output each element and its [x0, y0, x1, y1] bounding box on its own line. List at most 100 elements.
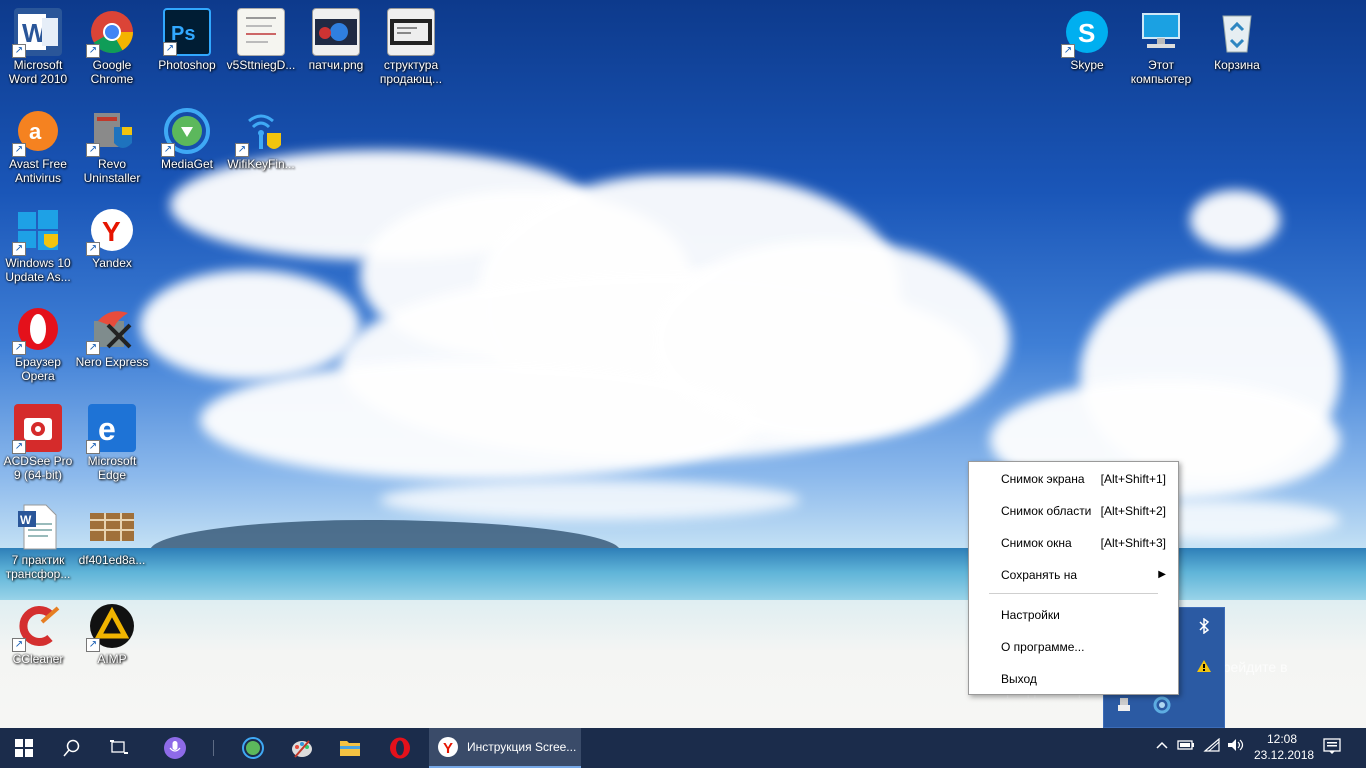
- desktop-icon-recycle-bin[interactable]: Корзина: [1199, 8, 1275, 72]
- desktop-icon-word-doc[interactable]: W 7 практик трансфор...: [0, 503, 76, 581]
- taskbar-app-yandex-active[interactable]: Y Инструкция Scree...: [429, 728, 581, 768]
- taskbar-app-explorer[interactable]: [328, 728, 372, 768]
- menu-item-shortcut: [Alt+Shift+2]: [1100, 504, 1166, 518]
- desktop-icon-label: Avast Free Antivirus: [9, 157, 67, 185]
- svg-text:Y: Y: [102, 216, 121, 247]
- desktop-icon-label: v5SttniegD...: [226, 58, 296, 72]
- active-app-label: Инструкция Scree...: [467, 740, 577, 754]
- menu-item-exit[interactable]: Выход: [1001, 667, 1166, 691]
- search-icon: [63, 739, 80, 757]
- desktop-icon-word[interactable]: W ↗ Microsoft Word 2010: [0, 8, 76, 86]
- desktop-icon-label: Корзина: [1214, 58, 1260, 72]
- desktop-icon-chrome[interactable]: ↗ Google Chrome: [74, 8, 150, 86]
- menu-item-region-capture[interactable]: Снимок области [Alt+Shift+2]: [1001, 499, 1166, 523]
- menu-item-label: Снимок экрана: [1001, 472, 1085, 486]
- wifi-icon[interactable]: [1202, 737, 1222, 758]
- image-file-icon: [312, 8, 360, 56]
- menu-item-settings[interactable]: Настройки: [1001, 603, 1166, 627]
- task-view-button[interactable]: [97, 728, 141, 768]
- desktop-icon-wifikeyfinder[interactable]: ↗ WifiKeyFin...: [223, 107, 299, 171]
- menu-item-screen-capture[interactable]: Снимок экрана [Alt+Shift+1]: [1001, 467, 1166, 491]
- desktop-icon-label: Revo Uninstaller: [83, 157, 141, 185]
- mediaget-icon: [242, 737, 264, 759]
- desktop-icon-label: WifiKeyFin...: [227, 157, 295, 171]
- svg-text:W: W: [20, 513, 32, 527]
- taskbar-clock[interactable]: 12:08 23.12.2018: [1254, 731, 1314, 763]
- menu-item-about[interactable]: О программе...: [1001, 635, 1166, 659]
- desktop-icon-label: Google Chrome: [90, 58, 134, 86]
- cortana-button[interactable]: [153, 728, 197, 768]
- submenu-arrow-icon: ▶: [1158, 569, 1166, 580]
- taskbar-app-paint[interactable]: [280, 728, 324, 768]
- desktop-icon-image-file[interactable]: патчи.png: [298, 8, 374, 72]
- desktop-icon-this-pc[interactable]: Этот компьютер: [1123, 8, 1199, 86]
- usb-device-icon[interactable]: [1114, 696, 1134, 716]
- battery-icon[interactable]: [1176, 738, 1196, 758]
- computer-icon: [1137, 8, 1185, 56]
- taskbar-app-opera[interactable]: [378, 728, 422, 768]
- desktop-icon-aimp[interactable]: ↗ AIMP: [74, 602, 150, 666]
- shortcut-arrow-icon: ↗: [235, 143, 249, 157]
- desktop-icon-ccleaner[interactable]: ↗ CCleaner: [0, 602, 76, 666]
- menu-item-shortcut: [Alt+Shift+3]: [1100, 536, 1166, 550]
- opera-icon: [390, 737, 410, 759]
- desktop-icon-windows-update[interactable]: ↗ Windows 10 Update As...: [0, 206, 76, 284]
- edge-icon: e ↗: [86, 404, 136, 454]
- desktop-icon-nero[interactable]: ↗ Nero Express: [74, 305, 150, 369]
- menu-item-label: О программе...: [1001, 640, 1085, 654]
- desktop-icon-label: Microsoft Word 2010: [8, 58, 68, 86]
- action-center-icon[interactable]: [1322, 738, 1342, 758]
- desktop-icon-label: Этот компьютер: [1130, 58, 1192, 86]
- desktop-icon-avast[interactable]: a ↗ Avast Free Antivirus: [0, 107, 76, 185]
- yandex-icon: Y: [438, 737, 458, 757]
- shortcut-arrow-icon: ↗: [12, 242, 26, 256]
- taskbar-app-mediaget[interactable]: [231, 728, 275, 768]
- menu-item-save-to[interactable]: Сохранять на ▶: [1001, 563, 1166, 587]
- desktop-icon-revo[interactable]: ↗ Revo Uninstaller: [74, 107, 150, 185]
- menu-item-label: Настройки: [1001, 608, 1060, 622]
- shortcut-arrow-icon: ↗: [86, 341, 100, 355]
- taskbar: Y Инструкция Scree... 12:08 23.12.2018: [0, 728, 1366, 768]
- shortcut-arrow-icon: ↗: [86, 638, 100, 652]
- yandex-icon: Y ↗: [86, 206, 136, 256]
- desktop-icon-label: MediaGet: [160, 157, 214, 171]
- shortcut-arrow-icon: ↗: [86, 242, 100, 256]
- bluetooth-icon[interactable]: [1194, 617, 1214, 638]
- shortcut-arrow-icon: ↗: [12, 341, 26, 355]
- desktop-icon-label: Photoshop: [158, 58, 216, 72]
- word-doc-icon: W: [14, 503, 62, 551]
- avast-icon: a ↗: [12, 107, 62, 157]
- desktop-icon-label: CCleaner: [12, 652, 64, 666]
- search-button[interactable]: [50, 728, 94, 768]
- warning-icon[interactable]: [1194, 658, 1214, 678]
- desktop-icon-yandex[interactable]: Y ↗ Yandex: [74, 206, 150, 270]
- desktop-icon-image-file[interactable]: df401ed8a...: [74, 503, 150, 567]
- menu-item-label: Сохранять на: [1001, 568, 1078, 582]
- image-file-icon: [387, 8, 435, 56]
- desktop-icon-label: Windows 10 Update As...: [5, 256, 71, 284]
- menu-item-window-capture[interactable]: Снимок окна [Alt+Shift+3]: [1001, 531, 1166, 555]
- taskbar-separator: [213, 740, 214, 756]
- shortcut-arrow-icon: ↗: [86, 143, 100, 157]
- show-hidden-icons-chevron-icon[interactable]: [1152, 738, 1172, 758]
- desktop-icon-edge[interactable]: e ↗ Microsoft Edge: [74, 404, 150, 482]
- shortcut-arrow-icon: ↗: [86, 44, 100, 58]
- volume-icon[interactable]: [1226, 738, 1246, 758]
- desktop-icon-skype[interactable]: S ↗ Skype: [1049, 8, 1125, 72]
- ccleaner-icon: ↗: [12, 602, 62, 652]
- desktop-icon-opera[interactable]: ↗ Браузер Opera: [0, 305, 76, 383]
- windows-icon: ↗: [12, 206, 62, 256]
- screenshot-app-tray-icon[interactable]: [1152, 696, 1172, 716]
- shortcut-arrow-icon: ↗: [1061, 44, 1075, 58]
- start-button[interactable]: [2, 728, 46, 768]
- desktop-icon-label: структура продающ...: [379, 58, 443, 86]
- desktop-icon-mediaget[interactable]: ↗ MediaGet: [149, 107, 225, 171]
- desktop-icon-label: AIMP: [97, 652, 127, 666]
- shortcut-arrow-icon: ↗: [12, 143, 26, 157]
- desktop-icon-image-file[interactable]: v5SttniegD...: [223, 8, 299, 72]
- desktop-icon-image-file[interactable]: структура продающ...: [373, 8, 449, 86]
- desktop-icon-acdsee[interactable]: ↗ ACDSee Pro 9 (64-bit): [0, 404, 76, 482]
- desktop-icon-photoshop[interactable]: Ps ↗ Photoshop: [149, 8, 225, 72]
- image-file-icon: [237, 8, 285, 56]
- clock-time: 12:08: [1266, 732, 1298, 746]
